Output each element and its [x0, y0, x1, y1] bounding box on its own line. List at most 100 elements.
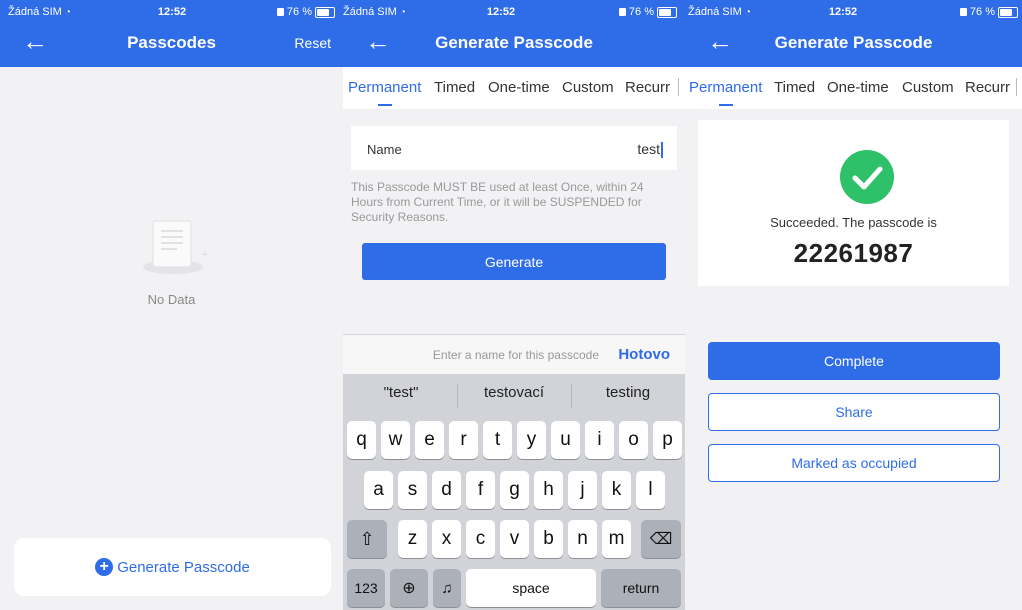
- key-u[interactable]: u: [551, 421, 580, 459]
- orientation-lock-icon: [618, 8, 626, 17]
- clock: 12:52: [157, 6, 187, 18]
- key-j[interactable]: j: [568, 471, 597, 509]
- page-title: Generate Passcode: [774, 33, 933, 52]
- battery-indicator: 76 %: [618, 6, 677, 18]
- key-n[interactable]: n: [568, 520, 597, 558]
- tab-timed[interactable]: Timed: [434, 79, 475, 96]
- key-q[interactable]: q: [347, 421, 376, 459]
- generate-passcode-button[interactable]: + Generate Passcode: [14, 538, 331, 596]
- nav-header: Žádná SIM ◔ 12:52 76 % ← Generate Passcod…: [685, 0, 1022, 67]
- tab-recurring[interactable]: Recurr: [965, 79, 1010, 96]
- suggestion-2[interactable]: testovací: [458, 384, 570, 401]
- tab-timed[interactable]: Timed: [774, 79, 815, 96]
- status-bar: Žádná SIM ◔ 12:52 76 %: [0, 4, 343, 20]
- numbers-key[interactable]: 123: [347, 569, 385, 607]
- key-o[interactable]: o: [619, 421, 648, 459]
- space-key[interactable]: space: [466, 569, 596, 607]
- nav-header: Žádná SIM ◔ 12:52 76 % ← Generate Passcod…: [343, 0, 685, 67]
- key-h[interactable]: h: [534, 471, 563, 509]
- tab-overflow-divider: [1016, 78, 1017, 96]
- tab-custom[interactable]: Custom: [562, 79, 614, 96]
- name-input[interactable]: test: [637, 141, 663, 159]
- keyboard-accessory-bar: Enter a name for this passcode Hotovo: [343, 334, 685, 375]
- complete-button[interactable]: Complete: [708, 342, 1000, 380]
- accessory-placeholder: Enter a name for this passcode: [432, 348, 599, 362]
- key-t[interactable]: t: [483, 421, 512, 459]
- carrier-label: Žádná SIM ◔: [688, 6, 751, 18]
- key-d[interactable]: d: [432, 471, 461, 509]
- key-x[interactable]: x: [432, 520, 461, 558]
- passcode-success-screen: Žádná SIM ◔ 12:52 76 % ← Generate Passcod…: [685, 0, 1022, 610]
- key-y[interactable]: y: [517, 421, 546, 459]
- clock: 12:52: [828, 6, 858, 18]
- active-tab-indicator: [378, 104, 392, 106]
- on-screen-keyboard: "test" testovací testing q w e r t y u i…: [343, 374, 685, 610]
- generate-button[interactable]: Generate: [362, 243, 666, 280]
- battery-indicator: 76 %: [959, 6, 1018, 18]
- globe-icon[interactable]: ⊕: [390, 569, 428, 607]
- key-s[interactable]: s: [398, 471, 427, 509]
- tab-permanent[interactable]: Permanent: [689, 79, 762, 96]
- passcodes-screen: Žádná SIM ◔ 12:52 76 % ← Passcodes Reset …: [0, 0, 343, 610]
- success-message: Succeeded. The passcode is: [770, 215, 937, 230]
- share-button[interactable]: Share: [708, 393, 1000, 431]
- text-caret: [661, 142, 663, 159]
- generate-passcode-screen: Žádná SIM ◔ 12:52 76 % ← Generate Passcod…: [343, 0, 685, 610]
- key-i[interactable]: i: [585, 421, 614, 459]
- name-field-row[interactable]: Name test: [351, 126, 677, 170]
- carrier-label: Žádná SIM ◔: [343, 6, 406, 18]
- key-a[interactable]: a: [364, 471, 393, 509]
- backspace-key-icon[interactable]: ⌫: [641, 520, 681, 558]
- success-card: Succeeded. The passcode is 22261987: [698, 120, 1009, 286]
- active-tab-indicator: [719, 104, 733, 106]
- success-check-icon: [840, 150, 894, 204]
- suggestion-1[interactable]: "test": [345, 384, 457, 401]
- key-v[interactable]: v: [500, 520, 529, 558]
- wifi-icon: ◔: [744, 7, 751, 18]
- shift-key-icon[interactable]: ⇧: [347, 520, 387, 558]
- tab-permanent[interactable]: Permanent: [348, 79, 421, 96]
- tab-one-time[interactable]: One-time: [827, 79, 889, 96]
- empty-document-icon: · +: [139, 220, 209, 274]
- suggestion-3[interactable]: testing: [572, 384, 684, 401]
- wifi-icon: ◔: [64, 7, 71, 18]
- tab-recurring[interactable]: Recurr: [625, 79, 670, 96]
- key-m[interactable]: m: [602, 520, 631, 558]
- generate-passcode-label: Generate Passcode: [117, 558, 250, 576]
- tab-custom[interactable]: Custom: [902, 79, 954, 96]
- battery-indicator: 76 %: [276, 6, 335, 18]
- key-r[interactable]: r: [449, 421, 478, 459]
- passcode-value: 22261987: [793, 238, 914, 268]
- svg-text:+: +: [201, 250, 209, 260]
- done-button[interactable]: Hotovo: [618, 346, 670, 363]
- page-title: Passcodes: [127, 33, 216, 52]
- name-label: Name: [367, 142, 402, 157]
- reset-button[interactable]: Reset: [294, 35, 331, 51]
- key-c[interactable]: c: [466, 520, 495, 558]
- status-bar: Žádná SIM ◔ 12:52 76 %: [685, 4, 1022, 20]
- key-p[interactable]: p: [653, 421, 682, 459]
- battery-icon: [315, 6, 335, 18]
- passcode-type-tabs: Permanent Timed One-time Custom Recurr: [343, 67, 685, 109]
- key-f[interactable]: f: [466, 471, 495, 509]
- key-k[interactable]: k: [602, 471, 631, 509]
- empty-state-text: No Data: [147, 292, 196, 307]
- clock: 12:52: [486, 6, 516, 18]
- return-key[interactable]: return: [601, 569, 681, 607]
- orientation-lock-icon: [276, 8, 284, 17]
- mark-occupied-button[interactable]: Marked as occupied: [708, 444, 1000, 482]
- key-w[interactable]: w: [381, 421, 410, 459]
- svg-text:·: ·: [139, 232, 142, 241]
- key-g[interactable]: g: [500, 471, 529, 509]
- tab-one-time[interactable]: One-time: [488, 79, 550, 96]
- battery-icon: [657, 6, 677, 18]
- tab-overflow-divider: [678, 78, 679, 96]
- key-l[interactable]: l: [636, 471, 665, 509]
- status-bar: Žádná SIM ◔ 12:52 76 %: [343, 4, 685, 20]
- key-b[interactable]: b: [534, 520, 563, 558]
- key-e[interactable]: e: [415, 421, 444, 459]
- microphone-icon[interactable]: ♫: [433, 569, 461, 607]
- key-z[interactable]: z: [398, 520, 427, 558]
- wifi-icon: ◔: [399, 7, 406, 18]
- orientation-lock-icon: [959, 8, 967, 17]
